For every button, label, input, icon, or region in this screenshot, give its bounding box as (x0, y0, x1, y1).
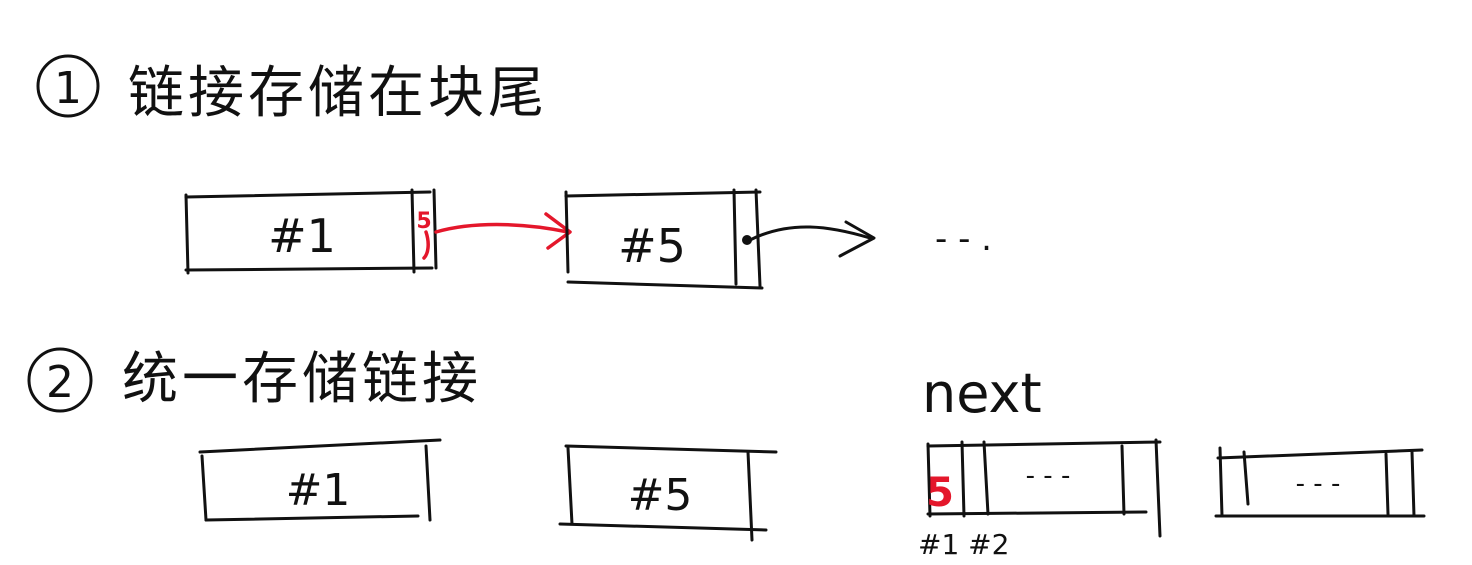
section-1-block-1: #1 5 (184, 188, 438, 275)
section-1-number-badge: 1 (36, 54, 100, 118)
section-2-number: 2 (46, 357, 74, 408)
section-1-heading: 链接存储在块尾 (128, 61, 548, 126)
section-2: 2 统一存储链接 #1 #5 next 5 - - - #1 #2 - - - (27, 347, 1426, 561)
section-2-next-label: next (922, 362, 1042, 425)
section-1-number: 1 (54, 63, 82, 114)
section-2-block-1: #1 (198, 438, 442, 522)
section-2-right-table-ellipsis: - - - (1296, 469, 1341, 499)
section-2-table-first-value: 5 (926, 470, 954, 516)
section-1-pointer-value: 5 (416, 209, 431, 234)
section-1-continuation: - - . (935, 219, 992, 259)
diagram-canvas: 1 链接存储在块尾 #1 5 #5 - - . 2 统一存储链接 #1 #5 n… (27, 54, 1426, 561)
section-2-heading: 统一存储链接 (122, 347, 482, 412)
section-1-next-arrow (748, 220, 876, 258)
section-1-red-arrow (434, 212, 572, 250)
section-2-block-5-label: #5 (628, 470, 693, 521)
section-2-block-5: #5 (558, 444, 778, 542)
section-2-table-index-label: #1 #2 (918, 528, 1009, 561)
section-2-table-ellipsis: - - - (1026, 461, 1071, 491)
section-1: 1 链接存储在块尾 #1 5 #5 - - . (36, 54, 992, 290)
section-2-right-table: - - - (1214, 446, 1426, 518)
section-1-block-5: #5 (564, 188, 764, 290)
section-1-block-1-label: #1 (268, 209, 336, 263)
section-2-number-badge: 2 (27, 347, 93, 413)
section-2-block-1-label: #1 (286, 465, 351, 516)
section-2-next-table: 5 - - - #1 #2 (918, 438, 1162, 561)
section-1-block-5-label: #5 (618, 219, 686, 273)
